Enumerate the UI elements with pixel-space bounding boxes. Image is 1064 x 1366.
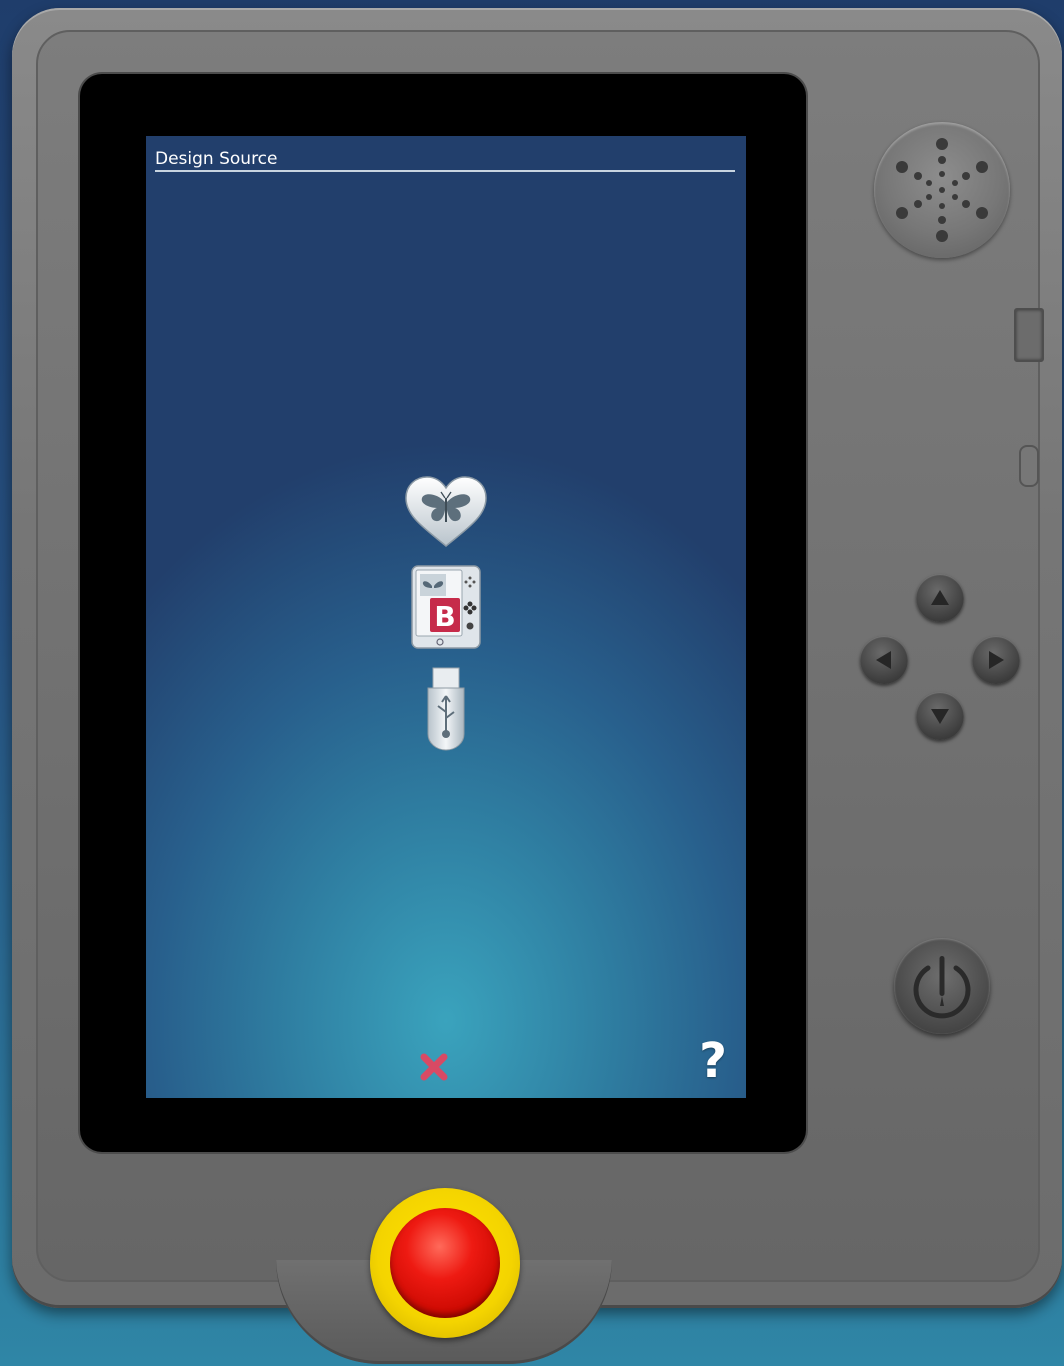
heart-butterfly-icon bbox=[405, 476, 487, 547]
needle-power-icon bbox=[913, 956, 971, 1019]
favorites-source-button[interactable] bbox=[404, 476, 488, 552]
page-title: Design Source bbox=[155, 148, 735, 172]
machine-design-icon: B bbox=[411, 565, 481, 649]
stop-button-cap bbox=[390, 1208, 500, 1318]
arrow-right-icon bbox=[989, 651, 1004, 669]
indicator-slot bbox=[1019, 445, 1039, 487]
dpad-up-button[interactable] bbox=[916, 574, 964, 622]
stop-button[interactable] bbox=[370, 1188, 520, 1338]
close-icon bbox=[420, 1053, 448, 1081]
dpad-left-button[interactable] bbox=[860, 636, 908, 684]
speaker-icon bbox=[896, 138, 988, 242]
arrow-left-icon bbox=[876, 651, 891, 669]
arrow-down-icon bbox=[931, 709, 949, 724]
touch-screen: Design Source B ? bbox=[146, 136, 746, 1098]
close-button[interactable] bbox=[418, 1051, 450, 1083]
usb-drive-icon bbox=[427, 667, 465, 751]
arrow-up-icon bbox=[931, 590, 949, 605]
dpad-right-button[interactable] bbox=[972, 636, 1020, 684]
usb-source-button[interactable] bbox=[424, 666, 468, 756]
dpad-down-button[interactable] bbox=[916, 692, 964, 740]
design-badge: B bbox=[434, 600, 455, 633]
card-slot bbox=[1014, 308, 1044, 362]
machine-designs-source-button[interactable]: B bbox=[410, 564, 482, 654]
speaker-grille bbox=[874, 122, 1010, 258]
power-button[interactable] bbox=[894, 938, 990, 1034]
help-button[interactable]: ? bbox=[692, 1034, 734, 1088]
